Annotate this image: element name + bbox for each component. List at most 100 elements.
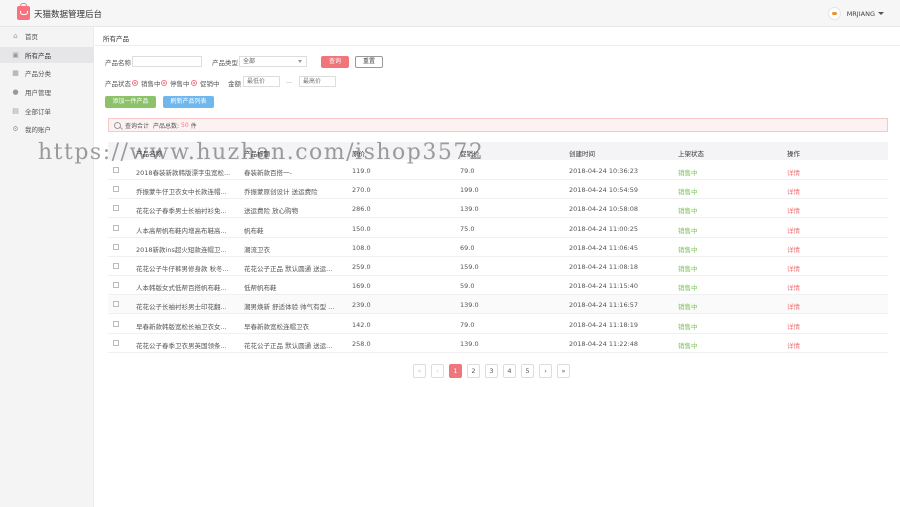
cell-status: 销售中 xyxy=(678,207,698,216)
radio-checked-icon xyxy=(191,80,197,86)
detail-link[interactable]: 详情 xyxy=(787,263,800,273)
cell-title: 送运费险 放心购物 xyxy=(244,207,299,216)
cell-promo: 139.0 xyxy=(460,205,479,214)
cell-price: 150.0 xyxy=(352,224,371,233)
cell-name: 花花公子长袖衬衫男士印花翻... xyxy=(136,303,227,312)
sidebar-item-users[interactable]: ● 用户管理 xyxy=(0,84,94,100)
product-type-select[interactable]: 全部 xyxy=(239,56,307,67)
home-icon: ⌂ xyxy=(13,31,18,40)
status-radio-on-sale[interactable]: 销售中 xyxy=(132,78,161,88)
row-checkbox[interactable] xyxy=(113,205,119,212)
detail-link[interactable]: 详情 xyxy=(787,167,800,177)
radio-label: 停售中 xyxy=(170,80,190,88)
username[interactable]: MRJIANG xyxy=(847,10,875,18)
cell-title: 春装新款百搭一- xyxy=(244,169,292,177)
page-button-5[interactable]: 5 xyxy=(521,364,534,378)
main-content: 所有产品 产品名称 产品类型 全部 查询 重置 产品状态 销售中 停售中 促销中… xyxy=(95,27,900,507)
caret-down-icon[interactable] xyxy=(878,12,884,15)
detail-link[interactable]: 详情 xyxy=(787,321,800,331)
row-checkbox[interactable] xyxy=(113,186,119,193)
detail-link[interactable]: 详情 xyxy=(787,244,800,254)
cell-promo: 159.0 xyxy=(460,263,479,271)
cell-promo: 59.0 xyxy=(460,282,475,291)
product-status-label: 产品状态 xyxy=(105,80,131,88)
sidebar-item-category[interactable]: ▦ 产品分类 xyxy=(0,65,94,81)
table-row[interactable]: 花花公子长袖衬衫男士印花翻... 潮男焕新 舒适体验 帅气有型 ... 239.0 1… xyxy=(108,295,888,315)
row-checkbox[interactable] xyxy=(113,224,119,231)
detail-link[interactable]: 详情 xyxy=(787,225,800,235)
avatar[interactable] xyxy=(827,7,841,20)
cell-title: 花花公子正品 默认圆通 送运... xyxy=(244,265,333,273)
page-button-2[interactable]: 2 xyxy=(467,364,480,378)
detail-link[interactable]: 详情 xyxy=(787,186,800,196)
cell-created: 2018-04-24 11:18:19 xyxy=(569,320,639,329)
table-row[interactable]: 人本韩版女式低帮百搭帆布鞋... 低帮帆布鞋 169.0 59.0 2018-04-24… xyxy=(108,276,888,296)
detail-link[interactable]: 详情 xyxy=(787,340,800,350)
sidebar-item-all-products[interactable]: ▣ 所有产品 xyxy=(0,47,94,63)
query-button[interactable]: 查询 xyxy=(321,56,349,68)
sidebar-item-label: 首页 xyxy=(25,33,38,41)
user-menu[interactable]: MRJIANG xyxy=(827,6,884,21)
min-price-input[interactable] xyxy=(243,76,280,87)
detail-link[interactable]: 详情 xyxy=(787,282,800,292)
pagination: « ‹ 1 2 3 4 5 › » xyxy=(413,364,575,378)
row-checkbox[interactable] xyxy=(113,320,119,327)
status-radio-promo[interactable]: 促销中 xyxy=(191,78,220,88)
detail-link[interactable]: 详情 xyxy=(787,205,800,215)
sidebar-item-label: 我的账户 xyxy=(25,126,51,134)
sidebar-item-label: 用户管理 xyxy=(25,89,51,97)
sidebar-item-label: 产品分类 xyxy=(25,70,51,78)
cell-created: 2018-04-24 11:16:57 xyxy=(569,301,639,310)
sidebar-item-home[interactable]: ⌂ 首页 xyxy=(0,28,94,44)
cell-name: 花花公子春季男士长袖衬衫免... xyxy=(136,207,227,216)
table-row[interactable]: 花花公子牛仔裤男修身款 秋冬... 花花公子正品 默认圆通 送运... 259.0 1… xyxy=(108,257,888,276)
table-row[interactable]: 花花公子春季卫衣男英国领条... 花花公子正品 默认圆通 送运... 258.0 13… xyxy=(108,334,888,353)
header-status[interactable]: 上架状态 xyxy=(678,148,704,158)
page-button-4[interactable]: 4 xyxy=(503,364,516,378)
table-row[interactable]: 乔振蒙牛仔卫衣女中长款连帽... 乔振蒙原创设计 送运费险 270.0 199.0 20… xyxy=(108,180,888,200)
cell-created: 2018-04-24 11:22:48 xyxy=(569,339,639,348)
chevron-down-icon xyxy=(298,60,302,63)
cell-created: 2018-04-24 11:06:45 xyxy=(569,243,639,252)
product-name-input[interactable] xyxy=(132,56,202,67)
cell-title: 早春新款宽松连帽卫衣 xyxy=(244,322,309,331)
row-checkbox[interactable] xyxy=(113,339,119,346)
cell-price: 108.0 xyxy=(352,243,371,252)
cell-price: 142.0 xyxy=(352,320,371,329)
max-price-input[interactable] xyxy=(299,76,336,87)
row-checkbox[interactable] xyxy=(113,263,119,269)
row-checkbox[interactable] xyxy=(113,243,119,250)
row-checkbox[interactable] xyxy=(113,282,119,289)
sidebar-item-account[interactable]: ⚙ 我的账户 xyxy=(0,121,94,137)
cell-price: 169.0 xyxy=(352,282,371,291)
sidebar-item-orders[interactable]: ▤ 全部订单 xyxy=(0,103,94,119)
cell-status: 销售中 xyxy=(678,284,698,293)
cell-status: 销售中 xyxy=(678,188,698,197)
radio-label: 销售中 xyxy=(141,80,161,88)
first-page-button[interactable]: « xyxy=(413,364,426,378)
header-action: 操作 xyxy=(787,150,800,158)
cell-title: 花花公子正品 默认圆通 送运... xyxy=(244,341,333,350)
refresh-list-button[interactable]: 刷新产品列表 xyxy=(163,96,214,108)
range-dash: — xyxy=(286,78,293,86)
cell-promo: 75.0 xyxy=(460,224,475,233)
row-checkbox[interactable] xyxy=(113,167,119,173)
table-row[interactable]: 人本高帮帆布鞋内增高布鞋高... 帆布鞋 150.0 75.0 2018-04-24 1… xyxy=(108,219,888,238)
radio-checked-icon xyxy=(132,80,138,86)
table-row[interactable]: 花花公子春季男士长袖衬衫免... 送运费险 放心购物 286.0 139.0 2018-… xyxy=(108,199,888,219)
header-created-time[interactable]: 创建时间 xyxy=(569,148,595,158)
status-radio-stopped[interactable]: 停售中 xyxy=(161,78,190,88)
page-button-1[interactable]: 1 xyxy=(449,364,462,378)
detail-link[interactable]: 详情 xyxy=(787,301,800,311)
prev-page-button[interactable]: ‹ xyxy=(431,364,444,378)
next-page-button[interactable]: › xyxy=(539,364,552,378)
table-row[interactable]: 2018新款ins超火短款连帽卫... 潮流卫衣 108.0 69.0 2018-04-… xyxy=(108,238,888,257)
last-page-button[interactable]: » xyxy=(557,364,570,378)
add-product-button[interactable]: 添加一件产品 xyxy=(105,96,156,108)
row-checkbox[interactable] xyxy=(113,301,119,308)
cell-name: 2018春装新款韩版漂字虫宽松... xyxy=(136,169,231,177)
reset-button[interactable]: 重置 xyxy=(355,56,383,68)
table-row[interactable]: 早春新款韩版宽松长袖卫衣女... 早春新款宽松连帽卫衣 142.0 79.0 2018-… xyxy=(108,315,888,334)
page-button-3[interactable]: 3 xyxy=(485,364,498,378)
cell-status: 销售中 xyxy=(678,226,698,235)
